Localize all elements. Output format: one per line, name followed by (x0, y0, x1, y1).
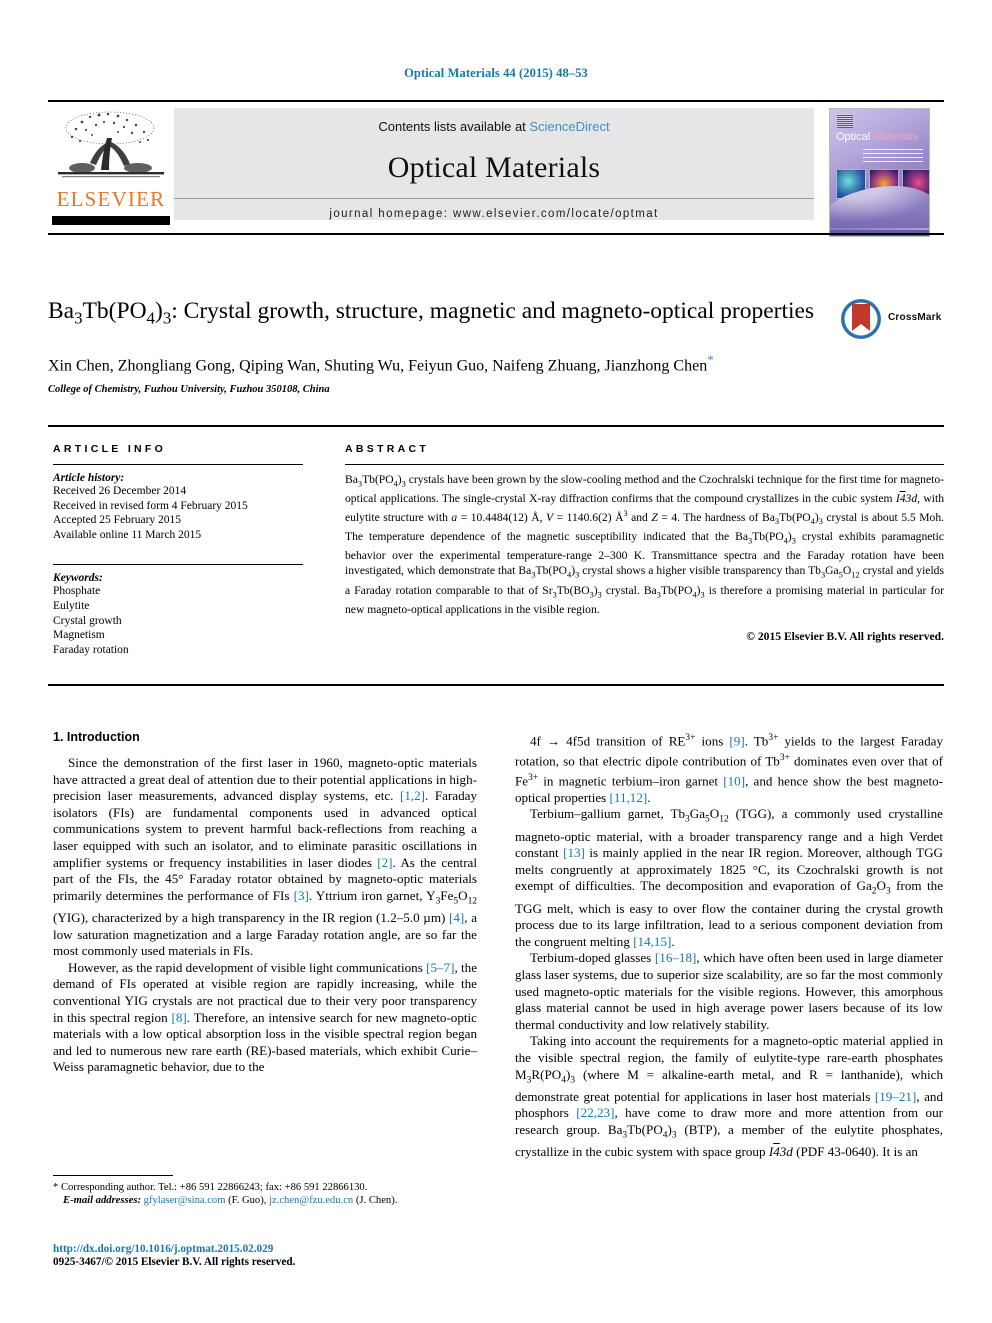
paragraph: Terbium–gallium garnet, Tb3Ga5O12 (TGG),… (515, 806, 944, 949)
journal-header: ELSEVIER Contents lists available at Sci… (48, 100, 944, 237)
keywords-label: Keywords: (53, 572, 103, 585)
corresponding-author-marker: * (707, 351, 714, 367)
crossmark-badge[interactable]: CrossMark (840, 298, 944, 342)
authors-text: Xin Chen, Zhongliang Gong, Qiping Wan, S… (48, 357, 708, 375)
section-heading-introduction: 1. Introduction (53, 730, 140, 744)
article-page: Optical Materials 44 (2015) 48–53 ELSEVI… (0, 0, 992, 1323)
email-addresses[interactable]: gfylaser@sina.com (F. Guo), jz.chen@fzu.… (144, 1195, 398, 1206)
contents-prefix: Contents lists available at (378, 119, 530, 134)
abstract-heading: ABSTRACT (345, 443, 430, 455)
cover-subtitle-lines (863, 147, 923, 162)
footnote-corresponding: * Corresponding author. Tel.: +86 591 22… (53, 1182, 368, 1193)
keyword-item: Eulytite (53, 599, 90, 612)
info-top-rule (48, 425, 944, 427)
body-column-left: 1. Introduction Since the demonstration … (53, 730, 477, 1076)
keywords-block: Keywords: Phosphate Eulytite Crystal gro… (53, 564, 303, 657)
history-item: Received 26 December 2014 (53, 485, 187, 497)
journal-cover-thumbnail: Optical Materials (829, 108, 930, 237)
journal-name: Optical Materials (387, 151, 601, 184)
page-title: Ba3Tb(PO4)3: Crystal growth, structure, … (48, 298, 815, 328)
history-item: Available online 11 March 2015 (53, 528, 202, 541)
paragraph: 4f → 4f5d transition of RE3+ ions [9]. T… (515, 733, 944, 805)
keyword-item: Phosphate (53, 585, 101, 598)
doi-link[interactable]: http://dx.doi.org/10.1016/j.optmat.2015.… (53, 1243, 477, 1255)
keywords-rule (53, 564, 303, 566)
sciencedirect-link[interactable]: ScienceDirect (529, 119, 609, 134)
affiliation: College of Chemistry, Fuzhou University,… (48, 384, 330, 396)
elsevier-logo: ELSEVIER (52, 108, 170, 233)
body-column-right: 4f → 4f5d transition of RE3+ ions [9]. T… (515, 730, 943, 1161)
email-addresses-label: E-mail addresses: (63, 1195, 141, 1207)
article-info-rule (53, 464, 303, 465)
article-history-label: Article history: (53, 472, 125, 484)
header-top-rule (48, 100, 944, 102)
paragraph: However, as the rapid development of vis… (53, 959, 478, 1075)
info-bottom-rule (48, 684, 944, 686)
article-info-heading: ARTICLE INFO (53, 443, 167, 455)
crossmark-icon (841, 299, 881, 339)
footnote-emails: E-mail addresses: gfylaser@sina.com (F. … (53, 1194, 477, 1207)
elsevier-tree-icon (58, 111, 164, 178)
abstract-copyright: © 2015 Elsevier B.V. All rights reserved… (746, 629, 944, 643)
issn-copyright: 0925-3467/© 2015 Elsevier B.V. All right… (53, 1256, 296, 1268)
elsevier-bar (52, 216, 170, 225)
history-item: Accepted 25 February 2015 (53, 514, 182, 527)
corresponding-author-footnote: * Corresponding author. Tel.: +86 591 22… (53, 1175, 477, 1208)
abstract-column: ABSTRACT Ba3Tb(PO4)3 crystals have been … (345, 443, 944, 643)
header-bottom-rule (48, 233, 944, 235)
journal-banner: Contents lists available at ScienceDirec… (174, 108, 814, 220)
elsevier-wordmark: ELSEVIER (56, 187, 166, 211)
history-item: Received in revised form 4 February 2015 (53, 499, 248, 512)
paragraph: Since the demonstration of the first las… (53, 755, 478, 959)
author-list: Xin Chen, Zhongliang Gong, Qiping Wan, S… (48, 352, 944, 375)
banner-divider (174, 198, 814, 199)
cover-title: Optical Materials (836, 131, 918, 143)
abstract-text: Ba3Tb(PO4)3 crystals have been grown by … (345, 473, 945, 616)
running-head: Optical Materials 44 (2015) 48–53 (404, 66, 588, 80)
paragraph: Terbium-doped glasses [16–18], which hav… (515, 950, 943, 1032)
keyword-item: Magnetism (53, 629, 105, 642)
cover-elsevier-badge-icon (837, 114, 853, 128)
page-footer: http://dx.doi.org/10.1016/j.optmat.2015.… (53, 1243, 477, 1268)
title-block: Ba3Tb(PO4)3: Crystal growth, structure, … (48, 296, 944, 395)
abstract-rule (345, 464, 944, 465)
crossmark-label: CrossMark (888, 312, 942, 323)
journal-homepage-link[interactable]: journal homepage: www.elsevier.com/locat… (174, 208, 814, 220)
paragraph: Taking into account the requirements for… (515, 1033, 944, 1160)
contents-available-line: Contents lists available at ScienceDirec… (174, 108, 814, 134)
keyword-item: Faraday rotation (53, 643, 129, 656)
article-info-column: ARTICLE INFO Article history: Received 2… (53, 443, 303, 657)
footnote-rule (53, 1175, 173, 1176)
keyword-item: Crystal growth (53, 614, 122, 627)
